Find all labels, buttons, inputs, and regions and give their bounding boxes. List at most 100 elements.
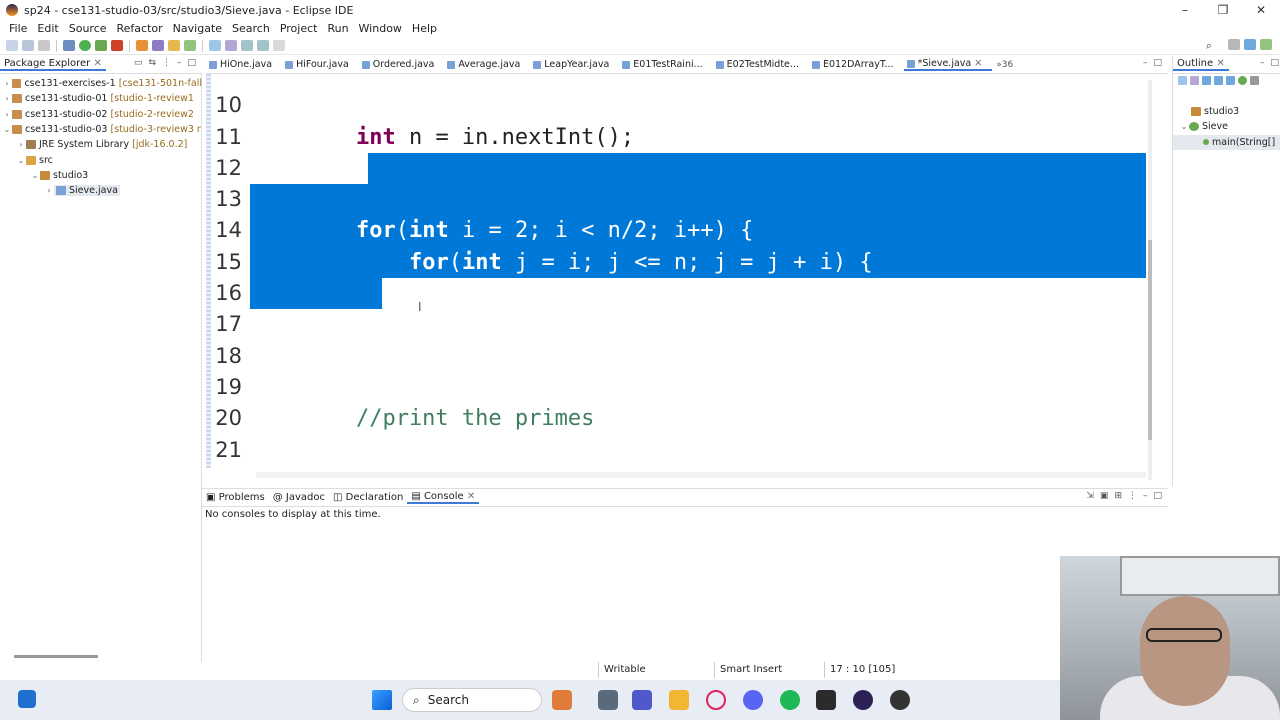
tab-average[interactable]: Average.java [444,59,530,70]
chevron-right-icon[interactable]: › [2,110,12,119]
outline-item-package[interactable]: studio3 [1173,104,1280,119]
pin-editor-icon[interactable] [273,40,285,51]
back-icon[interactable] [241,40,253,51]
tree-item-file[interactable]: › Sieve.java [0,183,202,198]
outline-item-method[interactable]: main(String[] [1173,134,1280,150]
external-tools-icon[interactable] [111,40,123,51]
menu-refactor[interactable]: Refactor [117,22,163,35]
new-java-project-icon[interactable] [136,40,148,51]
taskbar-search[interactable]: ⌕ Search [402,688,542,712]
chevron-right-icon[interactable]: › [16,140,26,149]
view-menu-icon[interactable]: ⋮ [162,58,171,68]
tree-item-project[interactable]: › cse131-studio-02 [studio-2-review2 [0,107,202,122]
menu-edit[interactable]: Edit [37,22,58,35]
vertical-scrollbar[interactable] [1148,80,1152,480]
chevron-right-icon[interactable]: › [2,79,12,88]
close-icon[interactable]: ✕ [93,58,101,69]
tab-javadoc[interactable]: @ Javadoc [269,492,329,503]
menu-source[interactable]: Source [69,22,107,35]
minimize-icon[interactable]: – [1166,0,1204,20]
tree-item-project[interactable]: › cse131-exercises-1 [cse131-501n-fall [0,76,202,91]
minimize-icon[interactable]: – [1143,58,1148,68]
new-package-icon[interactable] [152,40,164,51]
java-perspective-icon[interactable] [1244,39,1256,50]
collapse-all-icon[interactable]: ▭ [134,58,143,68]
tab-e01[interactable]: E01TestRaini... [619,59,712,70]
sort-icon[interactable] [1190,76,1199,85]
hide-static-icon[interactable] [1214,76,1223,85]
github-icon[interactable] [890,690,910,710]
open-perspective-icon[interactable] [1228,39,1240,50]
chevron-down-icon[interactable]: ⌄ [1179,122,1189,131]
spotify-icon[interactable] [780,690,800,710]
tab-declaration[interactable]: ◫ Declaration [329,492,407,503]
hide-fields-icon[interactable] [1202,76,1211,85]
search-toolbar-icon[interactable] [184,40,196,51]
opera-icon[interactable] [706,690,726,710]
minimize-icon[interactable]: – [1260,58,1265,68]
open-console-icon[interactable]: ⊞ [1114,491,1122,501]
menu-search[interactable]: Search [232,22,270,35]
discord-icon[interactable] [743,690,763,710]
debug-icon[interactable] [63,40,75,51]
close-icon[interactable]: ✕ [1216,58,1224,69]
teams-icon[interactable] [632,690,652,710]
menu-window[interactable]: Window [359,22,402,35]
chevron-down-icon[interactable]: ⌄ [2,125,12,134]
tab-problems[interactable]: ▣ Problems [202,492,269,503]
tree-item-project[interactable]: › cse131-studio-01 [studio-1-review1 [0,91,202,106]
pin-console-icon[interactable]: ⇲ [1086,491,1094,501]
widgets-icon[interactable] [18,690,36,708]
tab-console[interactable]: ▤ Console ✕ [407,491,480,504]
tab-leapyear[interactable]: LeapYear.java [530,59,619,70]
menu-navigate[interactable]: Navigate [173,22,222,35]
eclipse-taskbar-icon[interactable] [853,690,873,710]
coverage-icon[interactable] [95,40,107,51]
maximize-icon[interactable]: □ [1153,58,1162,68]
close-icon[interactable]: ✕ [974,58,982,69]
scrollbar-thumb[interactable] [1148,240,1152,440]
hide-local-types-icon[interactable] [1238,76,1247,85]
previous-annotation-icon[interactable] [225,40,237,51]
tab-package-explorer[interactable]: Package Explorer ✕ [0,58,106,71]
maximize-icon[interactable]: □ [1153,491,1162,501]
chevron-right-icon[interactable]: › [44,186,54,195]
horizontal-scrollbar[interactable] [256,472,1146,478]
save-icon[interactable] [22,40,34,51]
open-type-icon[interactable] [168,40,180,51]
link-with-editor-icon[interactable]: ⇆ [148,58,156,68]
save-all-icon[interactable] [38,40,50,51]
horizontal-scrollbar[interactable] [14,655,98,658]
terminal-icon[interactable] [816,690,836,710]
tab-sieve[interactable]: *Sieve.java ✕ [903,58,993,71]
file-explorer-icon[interactable] [669,690,689,710]
maximize-icon[interactable]: ❐ [1204,0,1242,20]
next-annotation-icon[interactable] [209,40,221,51]
forward-icon[interactable] [257,40,269,51]
code-area[interactable]: 10 int n = in.nextInt(); 11 12 boolean[]… [206,74,1148,468]
tab-e012[interactable]: E012DArrayT... [809,59,904,70]
maximize-icon[interactable]: □ [187,58,196,68]
tab-e02[interactable]: E02TestMidte... [713,59,809,70]
menu-run[interactable]: Run [327,22,348,35]
tab-outline[interactable]: Outline ✕ [1173,58,1229,71]
maximize-icon[interactable]: □ [1270,58,1279,68]
windows-start-icon[interactable] [372,690,392,710]
menu-file[interactable]: File [9,22,27,35]
tree-item-package[interactable]: ⌄ studio3 [0,168,202,183]
menu-help[interactable]: Help [412,22,437,35]
close-icon[interactable]: ✕ [1242,0,1280,20]
view-menu-icon[interactable] [1250,76,1259,85]
tab-hione[interactable]: HiOne.java [206,59,282,70]
tab-overflow[interactable]: »36 [996,60,1013,70]
run-icon[interactable] [79,40,91,51]
hide-nonpublic-icon[interactable] [1226,76,1235,85]
chevron-down-icon[interactable]: ⌄ [16,156,26,165]
tab-hifour[interactable]: HiFour.java [282,59,359,70]
outline-item-class[interactable]: ⌄ Sieve [1173,119,1280,134]
minimize-icon[interactable]: – [1143,491,1148,501]
new-icon[interactable] [6,40,18,51]
tree-item-library[interactable]: › JRE System Library [jdk-16.0.2] [0,137,202,152]
menu-project[interactable]: Project [280,22,318,35]
minimize-icon[interactable]: – [177,58,182,68]
